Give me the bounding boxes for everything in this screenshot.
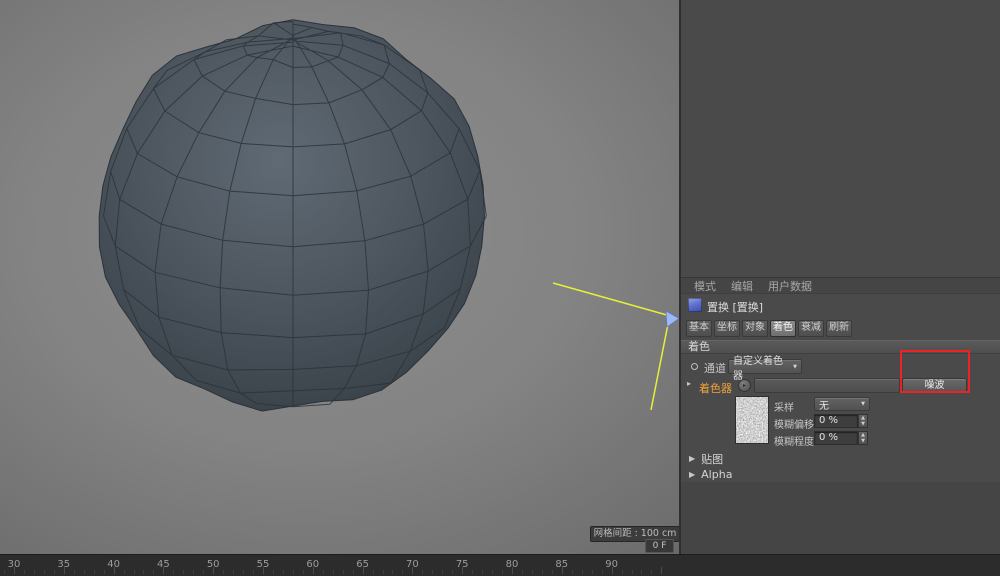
timeline-tick-70: 70 <box>406 559 419 570</box>
menu-编辑[interactable]: 编辑 <box>731 278 753 294</box>
blur-offset-field[interactable]: 0 % <box>814 414 858 428</box>
current-frame-field[interactable]: 0 F <box>645 539 674 553</box>
sphere-object[interactable] <box>99 20 484 411</box>
tab-着色[interactable]: 着色 <box>770 320 796 337</box>
chevron-down-icon: ▼ <box>793 364 797 370</box>
sampling-dropdown[interactable]: 无 ▼ <box>814 397 870 411</box>
object-name-label: 置换 [置换] <box>707 299 763 315</box>
stepper-down-icon[interactable]: ▼ <box>859 421 867 427</box>
channel-dropdown[interactable]: 自定义着色器 ▼ <box>728 359 802 374</box>
group-Alpha[interactable]: ▶ Alpha <box>681 467 1000 482</box>
displacement-deformer-icon <box>688 298 702 312</box>
object-header-row[interactable]: 置换 [置换] <box>681 298 1000 314</box>
chevron-down-icon: ▼ <box>861 401 865 407</box>
attribute-manager-panel: 模式编辑用户数据 置换 [置换] 基本坐标对象着色衰减刷新 着色 通道 自定义着… <box>681 0 1000 554</box>
channel-label: 通道 <box>704 360 726 376</box>
blur-offset-label: 模糊偏移 <box>774 416 814 431</box>
sampling-label: 采样 <box>774 399 794 414</box>
menu-模式[interactable]: 模式 <box>694 278 716 294</box>
blur-offset-stepper[interactable]: ▲ ▼ <box>858 414 868 428</box>
tab-基本[interactable]: 基本 <box>686 320 712 337</box>
chevron-right-icon: ▶ <box>689 470 695 479</box>
blur-strength-stepper[interactable]: ▲ ▼ <box>858 431 868 445</box>
group-label: 贴图 <box>701 451 723 467</box>
timeline-tick-35: 35 <box>57 559 70 570</box>
timeline-tick-45: 45 <box>157 559 170 570</box>
annotation-arrow-line-2 <box>651 324 668 410</box>
app-window: 网格间距 : 100 cm 0 F 30 35 40 45 50 55 60 65 70 75 80… <box>0 0 1000 576</box>
tab-对象[interactable]: 对象 <box>742 320 768 337</box>
shader-expander-icon[interactable]: ▸ <box>687 379 691 388</box>
timeline-tick-80: 80 <box>506 559 519 570</box>
menu-用户数据[interactable]: 用户数据 <box>768 278 812 294</box>
tab-坐标[interactable]: 坐标 <box>714 320 740 337</box>
group-label: Alpha <box>701 468 732 481</box>
pointer-arrowhead-icon <box>666 311 679 327</box>
sampling-value: 无 <box>819 397 829 412</box>
timeline-tick-30: 30 <box>8 559 21 570</box>
viewport-3d[interactable]: 网格间距 : 100 cm 0 F <box>0 0 679 554</box>
timeline-tick-60: 60 <box>306 559 319 570</box>
timeline-tick-50: 50 <box>207 559 220 570</box>
blur-strength-field[interactable]: 0 % <box>814 431 858 445</box>
tab-刷新[interactable]: 刷新 <box>826 320 852 337</box>
channel-dropdown-value: 自定义着色器 <box>733 352 789 382</box>
noise-texture <box>736 397 768 443</box>
group-贴图[interactable]: ▶ 贴图 <box>681 451 1000 466</box>
timeline-tick-40: 40 <box>107 559 120 570</box>
blur-strength-label: 模糊程度 <box>774 433 814 448</box>
timeline-tick-90: 90 <box>605 559 618 570</box>
section-header-shading[interactable]: 着色 <box>681 340 1000 354</box>
timeline-tick-65: 65 <box>356 559 369 570</box>
tab-衰减[interactable]: 衰减 <box>798 320 824 337</box>
timeline-tick-75: 75 <box>456 559 469 570</box>
chevron-right-icon: ▶ <box>689 454 695 463</box>
noise-preview-thumbnail[interactable] <box>735 396 769 444</box>
stepper-down-icon[interactable]: ▼ <box>859 438 867 444</box>
shader-label: 着色器 <box>699 380 732 396</box>
timeline-ruler[interactable]: 30 35 40 45 50 55 60 65 70 75 80 85 90 <box>0 554 1000 576</box>
annotation-arrow-line-1 <box>553 283 674 317</box>
panel-empty-area <box>681 482 1000 554</box>
timeline-tick-85: 85 <box>555 559 568 570</box>
keyframe-circle-icon[interactable] <box>691 363 698 370</box>
timeline-tick-55: 55 <box>257 559 270 570</box>
attribute-menu-bar: 模式编辑用户数据 <box>681 277 1000 294</box>
attribute-tabs: 基本坐标对象着色衰减刷新 <box>686 320 852 337</box>
shader-preview-button[interactable]: ▸ <box>738 379 751 392</box>
viewport-canvas <box>0 0 679 554</box>
shader-field[interactable] <box>754 378 900 393</box>
noise-shader-button[interactable]: 噪波 <box>902 378 967 393</box>
